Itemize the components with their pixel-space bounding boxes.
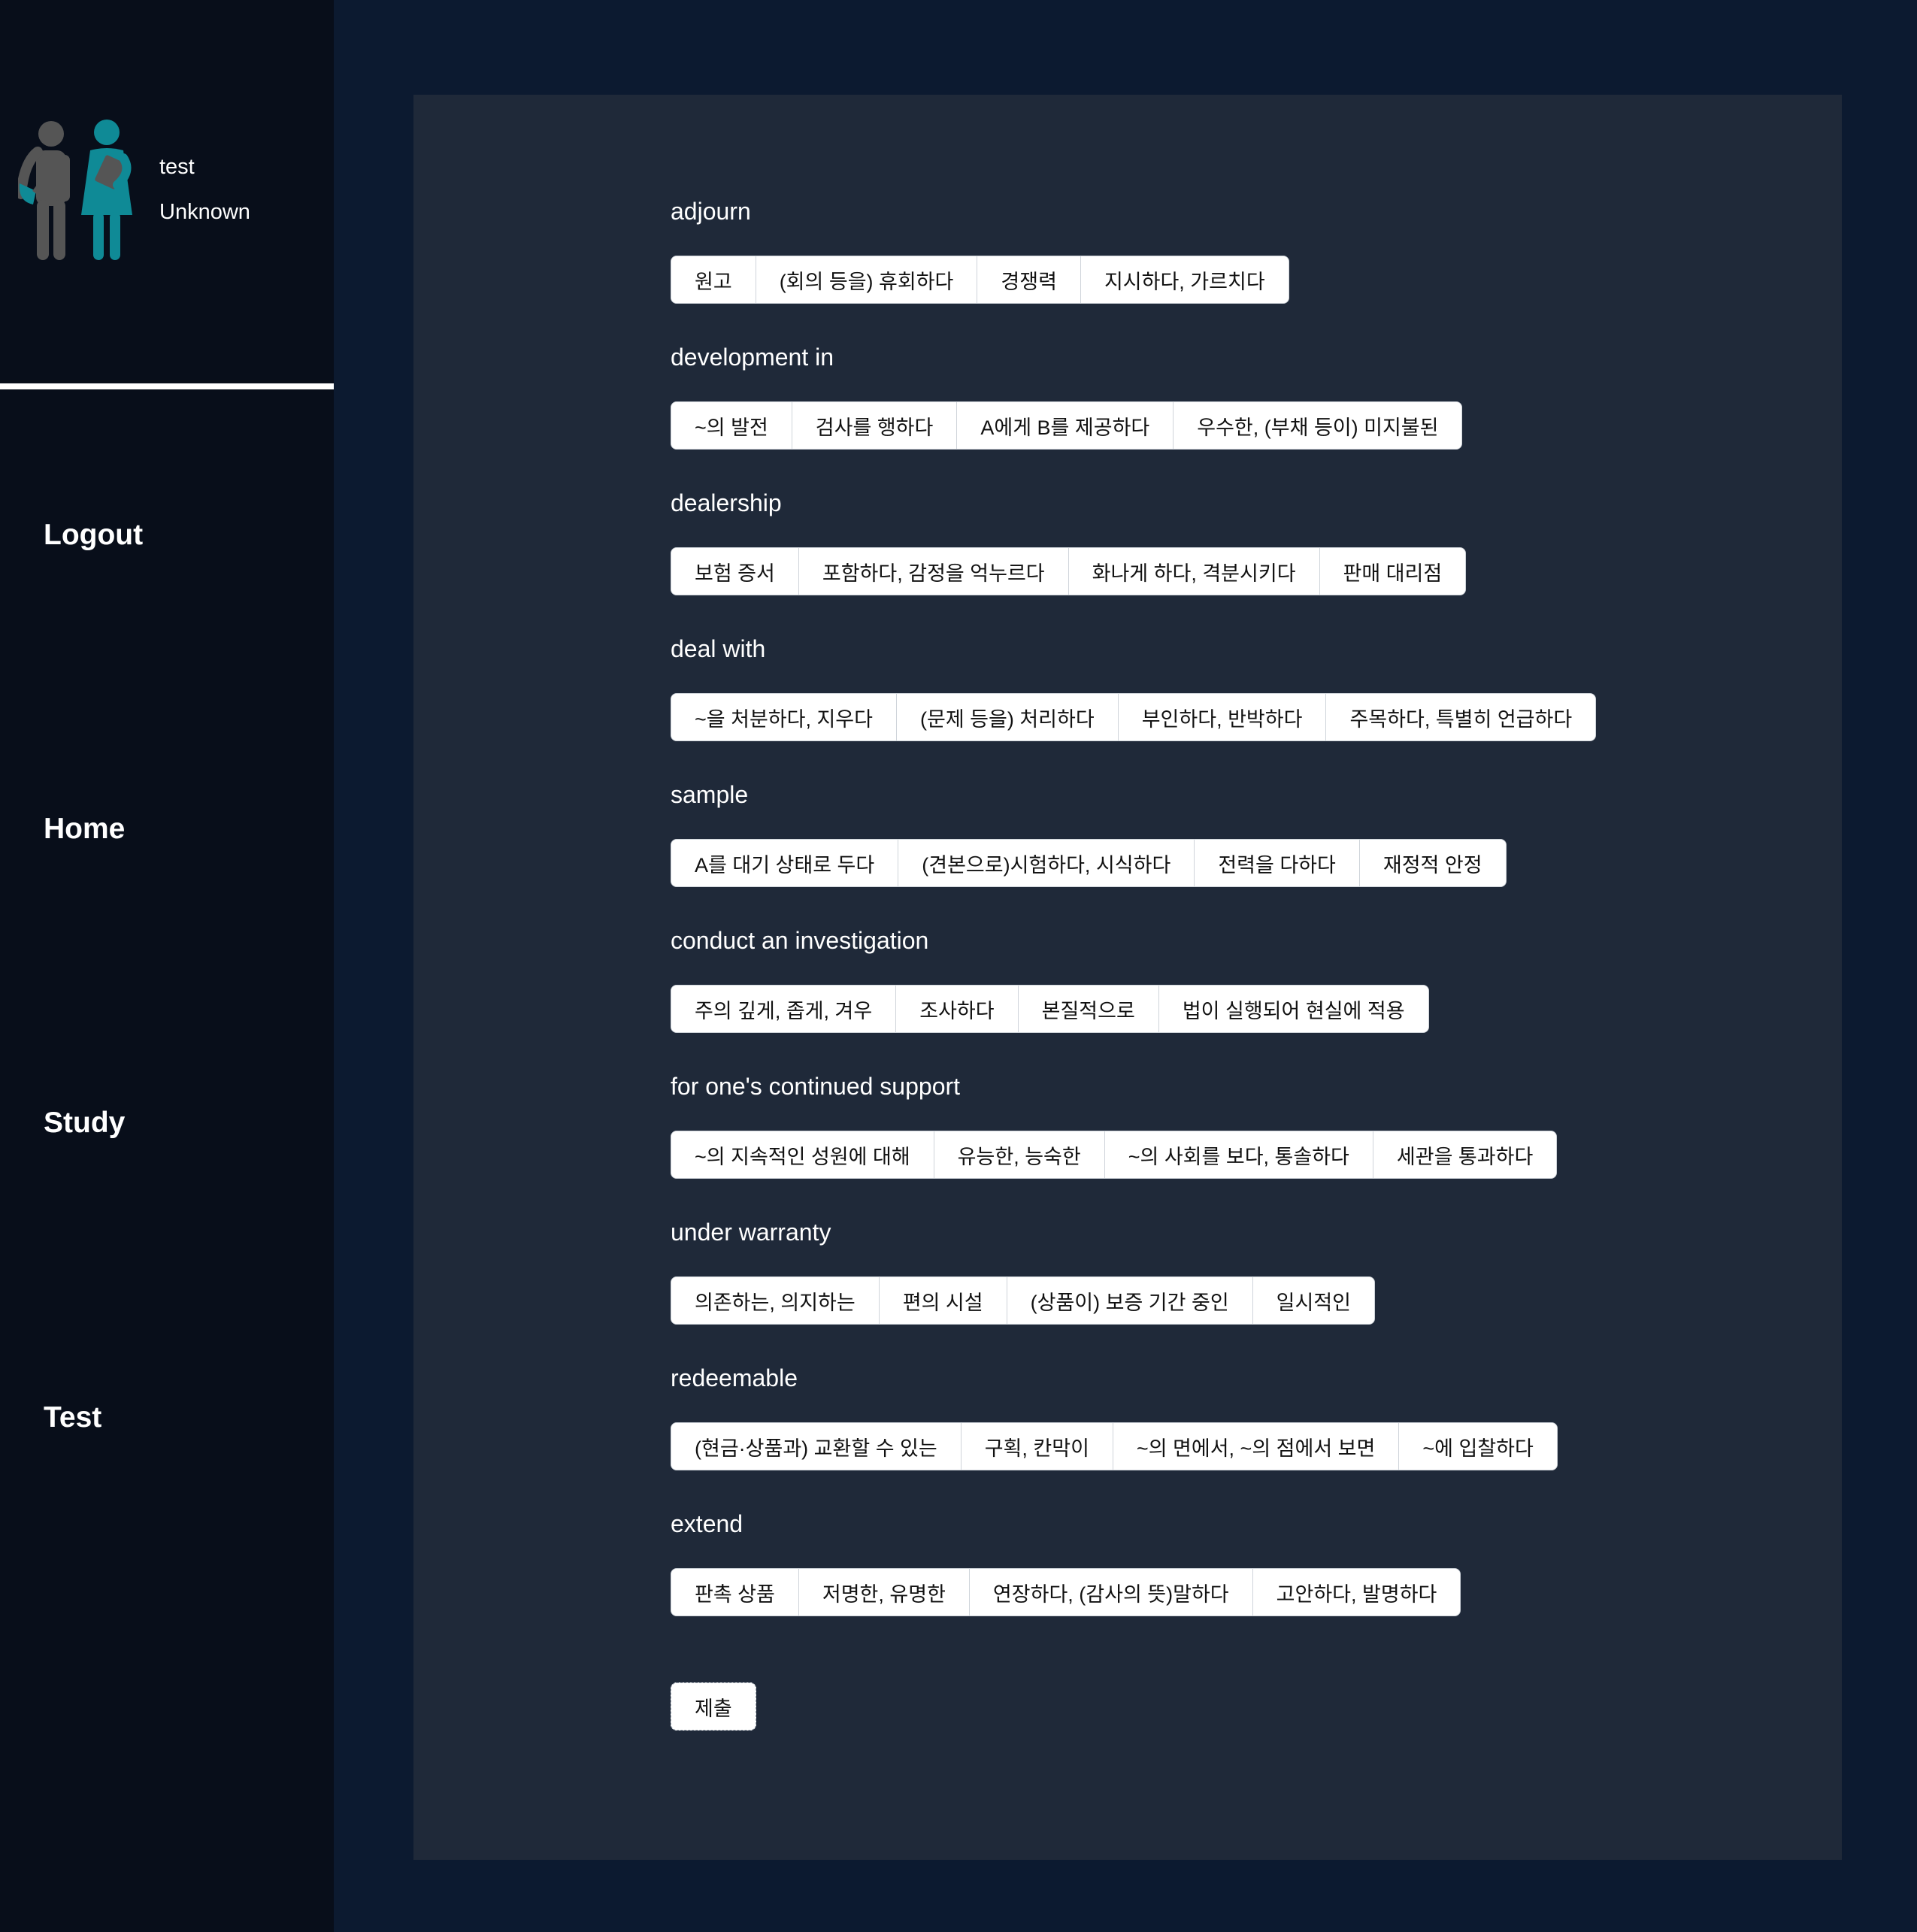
option-button[interactable]: 원고 (671, 256, 756, 303)
option-button[interactable]: 지시하다, 가르치다 (1080, 256, 1289, 303)
option-button[interactable]: 고안하다, 발명하다 (1252, 1569, 1461, 1616)
option-group: 판촉 상품 저명한, 유명한 연장하다, (감사의 뜻)말하다 고안하다, 발명… (671, 1568, 1461, 1616)
user-profile: test Unknown (0, 0, 334, 383)
nav-test[interactable]: Test (44, 1401, 101, 1434)
option-button[interactable]: ~의 지속적인 성원에 대해 (671, 1131, 934, 1178)
question-item: for one's continued support ~의 지속적인 성원에 … (671, 1067, 1798, 1213)
question-word: deal with (671, 635, 766, 662)
option-button[interactable]: 일시적인 (1252, 1277, 1375, 1324)
option-button[interactable]: 보험 증서 (671, 548, 799, 595)
option-button[interactable]: 구획, 칸막이 (961, 1423, 1113, 1470)
option-button[interactable]: ~을 처분하다, 지우다 (671, 694, 897, 740)
option-button[interactable]: A에게 B를 제공하다 (957, 402, 1174, 449)
option-button[interactable]: ~의 면에서, ~의 점에서 보면 (1113, 1423, 1400, 1470)
option-button[interactable]: ~의 사회를 보다, 통솔하다 (1104, 1131, 1373, 1178)
option-button[interactable]: 부인하다, 반박하다 (1118, 694, 1327, 740)
option-button[interactable]: (회의 등을) 휴회하다 (756, 256, 978, 303)
nav-logout[interactable]: Logout (44, 519, 143, 552)
sidebar: test Unknown Logout Home Study Test (0, 0, 334, 1932)
option-group: 주의 깊게, 좁게, 겨우 조사하다 본질적으로 법이 실행되어 현실에 적용 (671, 985, 1429, 1033)
option-button[interactable]: (견본으로)시험하다, 시식하다 (898, 840, 1195, 886)
user-status: Unknown (159, 200, 250, 224)
option-button[interactable]: 화나게 하다, 격분시키다 (1068, 548, 1320, 595)
question-item: extend 판촉 상품 저명한, 유명한 연장하다, (감사의 뜻)말하다 고… (671, 1505, 1798, 1651)
nav-home[interactable]: Home (44, 813, 125, 846)
option-button[interactable]: 법이 실행되어 현실에 적용 (1158, 986, 1428, 1032)
option-button[interactable]: 연장하다, (감사의 뜻)말하다 (969, 1569, 1253, 1616)
submit-button[interactable]: 제출 (671, 1682, 756, 1731)
option-button[interactable]: (상품이) 보증 기간 중인 (1007, 1277, 1253, 1324)
option-group: ~의 발전 검사를 행하다 A에게 B를 제공하다 우수한, (부채 등이) 미… (671, 401, 1463, 450)
user-name: test (159, 155, 195, 179)
option-button[interactable]: 주의 깊게, 좁게, 겨우 (671, 986, 897, 1032)
quiz-list: adjourn 원고 (회의 등을) 휴회하다 경쟁력 지시하다, 가르치다 d… (671, 192, 1798, 1651)
quiz-panel: adjourn 원고 (회의 등을) 휴회하다 경쟁력 지시하다, 가르치다 d… (413, 95, 1842, 1860)
question-item: deal with ~을 처분하다, 지우다 (문제 등을) 처리하다 부인하다… (671, 630, 1798, 776)
option-group: A를 대기 상태로 두다 (견본으로)시험하다, 시식하다 전력을 다하다 재정… (671, 839, 1507, 887)
option-button[interactable]: 저명한, 유명한 (798, 1569, 970, 1616)
question-word: for one's continued support (671, 1073, 961, 1100)
option-button[interactable]: 검사를 행하다 (792, 402, 958, 449)
option-button[interactable]: 우수한, (부채 등이) 미지불된 (1174, 402, 1462, 449)
question-word: sample (671, 781, 749, 808)
option-button[interactable]: ~에 입찰하다 (1399, 1423, 1557, 1470)
option-button[interactable]: A를 대기 상태로 두다 (671, 840, 899, 886)
option-button[interactable]: 포함하다, 감정을 억누르다 (798, 548, 1069, 595)
question-word: adjourn (671, 198, 751, 225)
option-button[interactable]: 판촉 상품 (671, 1569, 799, 1616)
option-group: 보험 증서 포함하다, 감정을 억누르다 화나게 하다, 격분시키다 판매 대리… (671, 547, 1467, 595)
app: test Unknown Logout Home Study Test adjo… (0, 0, 1917, 1932)
option-button[interactable]: 판매 대리점 (1319, 548, 1466, 595)
question-word: under warranty (671, 1219, 831, 1246)
question-word: conduct an investigation (671, 927, 929, 954)
question-item: dealership 보험 증서 포함하다, 감정을 억누르다 화나게 하다, … (671, 484, 1798, 630)
option-button[interactable]: 세관을 통과하다 (1373, 1131, 1557, 1178)
question-item: redeemable (현금·상품과) 교환할 수 있는 구획, 칸막이 ~의 … (671, 1359, 1798, 1505)
option-button[interactable]: (현금·상품과) 교환할 수 있는 (671, 1423, 962, 1470)
option-button[interactable]: 주목하다, 특별히 언급하다 (1326, 694, 1596, 740)
option-group: ~을 처분하다, 지우다 (문제 등을) 처리하다 부인하다, 반박하다 주목하… (671, 693, 1597, 741)
question-word: development in (671, 344, 834, 371)
option-button[interactable]: 유능한, 능숙한 (934, 1131, 1105, 1178)
option-group: 의존하는, 의지하는 편의 시설 (상품이) 보증 기간 중인 일시적인 (671, 1276, 1376, 1325)
nav-study[interactable]: Study (44, 1107, 125, 1140)
option-button[interactable]: (문제 등을) 처리하다 (897, 694, 1119, 740)
sidebar-divider (0, 383, 334, 389)
question-item: conduct an investigation 주의 깊게, 좁게, 겨우 조… (671, 922, 1798, 1067)
question-word: dealership (671, 489, 782, 516)
option-group: ~의 지속적인 성원에 대해 유능한, 능숙한 ~의 사회를 보다, 통솔하다 … (671, 1131, 1558, 1179)
question-item: development in ~의 발전 검사를 행하다 A에게 B를 제공하다… (671, 338, 1798, 484)
option-button[interactable]: 경쟁력 (977, 256, 1081, 303)
option-button[interactable]: ~의 발전 (671, 402, 792, 449)
users-icon (18, 120, 132, 260)
question-item: sample A를 대기 상태로 두다 (견본으로)시험하다, 시식하다 전력을… (671, 776, 1798, 922)
option-button[interactable]: 의존하는, 의지하는 (671, 1277, 880, 1324)
option-button[interactable]: 본질적으로 (1018, 986, 1159, 1032)
option-button[interactable]: 전력을 다하다 (1195, 840, 1360, 886)
option-button[interactable]: 재정적 안정 (1359, 840, 1506, 886)
question-item: under warranty 의존하는, 의지하는 편의 시설 (상품이) 보증… (671, 1213, 1798, 1359)
option-button[interactable]: 편의 시설 (879, 1277, 1007, 1324)
option-button[interactable]: 조사하다 (896, 986, 1019, 1032)
option-group: (현금·상품과) 교환할 수 있는 구획, 칸막이 ~의 면에서, ~의 점에서… (671, 1422, 1558, 1470)
question-item: adjourn 원고 (회의 등을) 휴회하다 경쟁력 지시하다, 가르치다 (671, 192, 1798, 338)
question-word: redeemable (671, 1364, 798, 1391)
option-group: 원고 (회의 등을) 휴회하다 경쟁력 지시하다, 가르치다 (671, 256, 1289, 304)
question-word: extend (671, 1510, 743, 1537)
